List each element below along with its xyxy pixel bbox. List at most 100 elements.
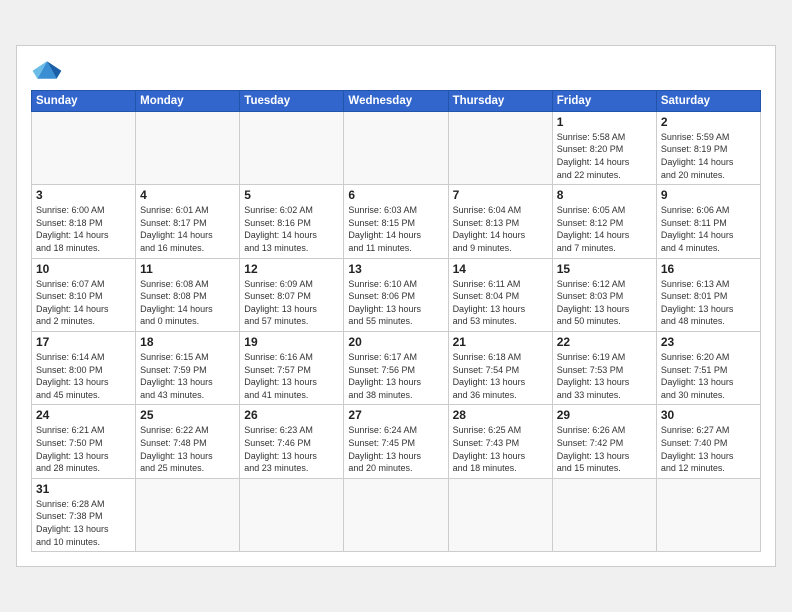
day-info: Sunrise: 6:24 AM Sunset: 7:45 PM Dayligh… xyxy=(348,424,443,474)
calendar-cell: 23 Sunrise: 6:20 AM Sunset: 7:51 PM Dayli… xyxy=(656,332,760,405)
day-info: Sunrise: 6:18 AM Sunset: 7:54 PM Dayligh… xyxy=(453,351,548,401)
day-number: 5 xyxy=(244,188,339,202)
logo-icon xyxy=(31,56,63,84)
day-info: Sunrise: 6:15 AM Sunset: 7:59 PM Dayligh… xyxy=(140,351,235,401)
week-row-3: 17Sunrise: 6:14 AM Sunset: 8:00 PM Dayli… xyxy=(32,332,761,405)
calendar-cell: 20 Sunrise: 6:17 AM Sunset: 7:56 PM Dayli… xyxy=(344,332,448,405)
day-number: 26 xyxy=(244,408,339,422)
calendar-cell: 10 Sunrise: 6:07 AM Sunset: 8:10 PM Dayli… xyxy=(32,258,136,331)
calendar-cell xyxy=(240,478,344,551)
day-number: 20 xyxy=(348,335,443,349)
day-number: 10 xyxy=(36,262,131,276)
day-info: Sunrise: 6:11 AM Sunset: 8:04 PM Dayligh… xyxy=(453,278,548,328)
day-info: Sunrise: 6:13 AM Sunset: 8:01 PM Dayligh… xyxy=(661,278,756,328)
calendar-cell xyxy=(656,478,760,551)
day-info: Sunrise: 6:04 AM Sunset: 8:13 PM Dayligh… xyxy=(453,204,548,254)
day-number: 25 xyxy=(140,408,235,422)
day-info: Sunrise: 6:26 AM Sunset: 7:42 PM Dayligh… xyxy=(557,424,652,474)
day-info: Sunrise: 6:27 AM Sunset: 7:40 PM Dayligh… xyxy=(661,424,756,474)
calendar-cell: 12Sunrise: 6:09 AM Sunset: 8:07 PM Dayli… xyxy=(240,258,344,331)
week-row-0: 1Sunrise: 5:58 AM Sunset: 8:20 PM Daylig… xyxy=(32,111,761,184)
day-info: Sunrise: 6:07 AM Sunset: 8:10 PM Dayligh… xyxy=(36,278,131,328)
day-number: 6 xyxy=(348,188,443,202)
calendar-cell xyxy=(240,111,344,184)
day-info: Sunrise: 6:02 AM Sunset: 8:16 PM Dayligh… xyxy=(244,204,339,254)
day-info: Sunrise: 6:12 AM Sunset: 8:03 PM Dayligh… xyxy=(557,278,652,328)
calendar-cell: 25 Sunrise: 6:22 AM Sunset: 7:48 PM Dayli… xyxy=(136,405,240,478)
day-info: Sunrise: 6:06 AM Sunset: 8:11 PM Dayligh… xyxy=(661,204,756,254)
week-row-5: 31Sunrise: 6:28 AM Sunset: 7:38 PM Dayli… xyxy=(32,478,761,551)
day-number: 15 xyxy=(557,262,652,276)
day-info: Sunrise: 6:03 AM Sunset: 8:15 PM Dayligh… xyxy=(348,204,443,254)
calendar-cell: 24 Sunrise: 6:21 AM Sunset: 7:50 PM Dayli… xyxy=(32,405,136,478)
calendar-cell xyxy=(136,111,240,184)
header-cell-monday: Monday xyxy=(136,90,240,111)
calendar-cell xyxy=(448,111,552,184)
day-info: Sunrise: 6:21 AM Sunset: 7:50 PM Dayligh… xyxy=(36,424,131,474)
calendar-cell xyxy=(344,111,448,184)
calendar-cell: 26 Sunrise: 6:23 AM Sunset: 7:46 PM Dayli… xyxy=(240,405,344,478)
day-info: Sunrise: 6:23 AM Sunset: 7:46 PM Dayligh… xyxy=(244,424,339,474)
day-number: 13 xyxy=(348,262,443,276)
header-cell-wednesday: Wednesday xyxy=(344,90,448,111)
calendar-cell: 7 Sunrise: 6:04 AM Sunset: 8:13 PM Daylig… xyxy=(448,185,552,258)
day-info: Sunrise: 6:22 AM Sunset: 7:48 PM Dayligh… xyxy=(140,424,235,474)
week-row-4: 24 Sunrise: 6:21 AM Sunset: 7:50 PM Dayli… xyxy=(32,405,761,478)
day-number: 11 xyxy=(140,262,235,276)
week-row-2: 10 Sunrise: 6:07 AM Sunset: 8:10 PM Dayli… xyxy=(32,258,761,331)
day-number: 27 xyxy=(348,408,443,422)
day-number: 28 xyxy=(453,408,548,422)
day-info: Sunrise: 6:01 AM Sunset: 8:17 PM Dayligh… xyxy=(140,204,235,254)
calendar-thead: SundayMondayTuesdayWednesdayThursdayFrid… xyxy=(32,90,761,111)
day-number: 24 xyxy=(36,408,131,422)
day-number: 29 xyxy=(557,408,652,422)
day-info: Sunrise: 6:05 AM Sunset: 8:12 PM Dayligh… xyxy=(557,204,652,254)
day-number: 2 xyxy=(661,115,756,129)
calendar-cell: 9 Sunrise: 6:06 AM Sunset: 8:11 PM Daylig… xyxy=(656,185,760,258)
calendar-cell: 27 Sunrise: 6:24 AM Sunset: 7:45 PM Dayli… xyxy=(344,405,448,478)
day-number: 17 xyxy=(36,335,131,349)
day-number: 8 xyxy=(557,188,652,202)
day-info: Sunrise: 6:17 AM Sunset: 7:56 PM Dayligh… xyxy=(348,351,443,401)
calendar-cell: 16Sunrise: 6:13 AM Sunset: 8:01 PM Dayli… xyxy=(656,258,760,331)
calendar-cell xyxy=(32,111,136,184)
calendar-header xyxy=(31,56,761,84)
day-number: 7 xyxy=(453,188,548,202)
day-info: Sunrise: 5:58 AM Sunset: 8:20 PM Dayligh… xyxy=(557,131,652,181)
calendar-cell xyxy=(448,478,552,551)
calendar-cell: 1Sunrise: 5:58 AM Sunset: 8:20 PM Daylig… xyxy=(552,111,656,184)
calendar-cell: 5 Sunrise: 6:02 AM Sunset: 8:16 PM Daylig… xyxy=(240,185,344,258)
day-info: Sunrise: 6:19 AM Sunset: 7:53 PM Dayligh… xyxy=(557,351,652,401)
header-cell-saturday: Saturday xyxy=(656,90,760,111)
day-number: 14 xyxy=(453,262,548,276)
calendar-cell: 21Sunrise: 6:18 AM Sunset: 7:54 PM Dayli… xyxy=(448,332,552,405)
calendar-cell xyxy=(552,478,656,551)
header-cell-thursday: Thursday xyxy=(448,90,552,111)
calendar-cell: 31Sunrise: 6:28 AM Sunset: 7:38 PM Dayli… xyxy=(32,478,136,551)
calendar-cell: 11 Sunrise: 6:08 AM Sunset: 8:08 PM Dayli… xyxy=(136,258,240,331)
day-number: 30 xyxy=(661,408,756,422)
calendar-cell: 4 Sunrise: 6:01 AM Sunset: 8:17 PM Daylig… xyxy=(136,185,240,258)
calendar-cell: 28 Sunrise: 6:25 AM Sunset: 7:43 PM Dayli… xyxy=(448,405,552,478)
day-info: Sunrise: 6:00 AM Sunset: 8:18 PM Dayligh… xyxy=(36,204,131,254)
day-number: 4 xyxy=(140,188,235,202)
calendar-cell: 30 Sunrise: 6:27 AM Sunset: 7:40 PM Dayli… xyxy=(656,405,760,478)
calendar-cell: 17Sunrise: 6:14 AM Sunset: 8:00 PM Dayli… xyxy=(32,332,136,405)
week-row-1: 3Sunrise: 6:00 AM Sunset: 8:18 PM Daylig… xyxy=(32,185,761,258)
day-number: 23 xyxy=(661,335,756,349)
calendar-cell: 19 Sunrise: 6:16 AM Sunset: 7:57 PM Dayli… xyxy=(240,332,344,405)
day-info: Sunrise: 6:25 AM Sunset: 7:43 PM Dayligh… xyxy=(453,424,548,474)
day-number: 19 xyxy=(244,335,339,349)
calendar-container: SundayMondayTuesdayWednesdayThursdayFrid… xyxy=(16,45,776,567)
calendar-body: 1Sunrise: 5:58 AM Sunset: 8:20 PM Daylig… xyxy=(32,111,761,551)
calendar-cell: 3Sunrise: 6:00 AM Sunset: 8:18 PM Daylig… xyxy=(32,185,136,258)
day-info: Sunrise: 6:08 AM Sunset: 8:08 PM Dayligh… xyxy=(140,278,235,328)
calendar-cell: 14 Sunrise: 6:11 AM Sunset: 8:04 PM Dayli… xyxy=(448,258,552,331)
calendar-cell: 6 Sunrise: 6:03 AM Sunset: 8:15 PM Daylig… xyxy=(344,185,448,258)
calendar-cell: 18Sunrise: 6:15 AM Sunset: 7:59 PM Dayli… xyxy=(136,332,240,405)
day-info: Sunrise: 6:20 AM Sunset: 7:51 PM Dayligh… xyxy=(661,351,756,401)
header-row: SundayMondayTuesdayWednesdayThursdayFrid… xyxy=(32,90,761,111)
day-info: Sunrise: 6:16 AM Sunset: 7:57 PM Dayligh… xyxy=(244,351,339,401)
calendar-cell xyxy=(136,478,240,551)
day-number: 9 xyxy=(661,188,756,202)
